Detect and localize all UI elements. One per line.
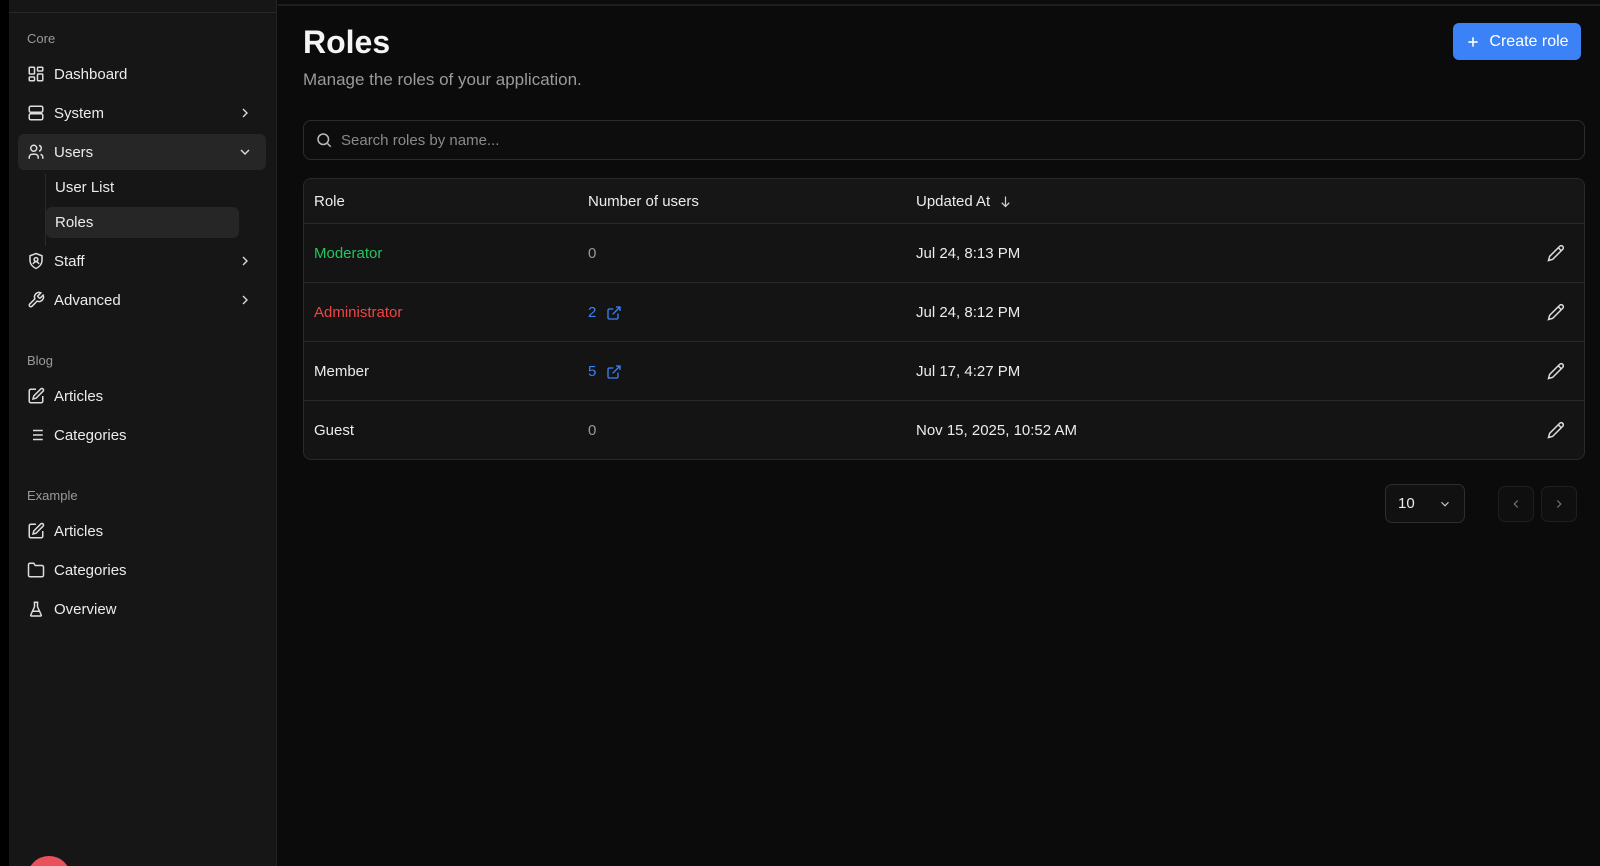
updated-at: Jul 24, 8:13 PM [916, 245, 1021, 262]
updated-at: Jul 24, 8:12 PM [916, 304, 1021, 321]
column-header-label: Updated At [916, 193, 991, 210]
next-page-button[interactable] [1541, 486, 1577, 522]
edit-pencil-icon[interactable] [1546, 420, 1566, 440]
window-edge [0, 0, 9, 866]
external-link-icon [606, 305, 622, 321]
role-name: Administrator [314, 304, 403, 321]
create-role-label: Create role [1489, 32, 1569, 50]
updated-at: Jul 17, 4:27 PM [916, 363, 1021, 380]
sidebar-item-dashboard[interactable]: Dashboard [18, 56, 266, 92]
chevron-right-icon [236, 252, 254, 270]
sidebar-item-advanced[interactable]: Advanced [18, 282, 266, 318]
column-header-label: Role [314, 193, 345, 210]
table-row: Guest 0 Nov 15, 2025, 10:52 AM [304, 401, 1584, 459]
sort-arrow-down-icon [998, 194, 1013, 209]
app: Core Dashboard System Users User List Ro… [0, 0, 1600, 866]
chevron-right-icon [236, 291, 254, 309]
sidebar-item-user-list[interactable]: User List [46, 172, 239, 203]
role-name: Guest [314, 422, 355, 439]
sidebar-item-users[interactable]: Users [18, 134, 266, 170]
sidebar-item-label: Advanced [54, 291, 121, 309]
sidebar-item-label: Users [54, 143, 94, 161]
sidebar-item-label: Staff [54, 252, 85, 270]
rows-per-page-value: 10 [1398, 495, 1415, 512]
user-count-link[interactable]: 2 [588, 304, 622, 321]
sidebar-item-system[interactable]: System [18, 95, 266, 131]
sidebar-group-core: Core [27, 31, 56, 46]
sidebar-item-example-categories[interactable]: Categories [18, 552, 266, 588]
column-header-users[interactable]: Number of users [588, 193, 699, 210]
sidebar-item-label: System [54, 104, 105, 122]
edit-pencil-icon[interactable] [1546, 243, 1566, 263]
user-count-link[interactable]: 5 [588, 363, 622, 380]
chevron-down-icon [1438, 497, 1452, 511]
users-icon [27, 143, 45, 161]
sidebar-item-blog-categories[interactable]: Categories [18, 417, 266, 453]
flask-icon [27, 600, 45, 618]
chevron-right-icon [1552, 497, 1566, 511]
role-name: Member [314, 363, 370, 380]
prev-page-button[interactable] [1498, 486, 1534, 522]
chevron-right-icon [236, 104, 254, 122]
external-link-icon [606, 364, 622, 380]
sidebar-item-label: Dashboard [54, 65, 128, 83]
table-row: Administrator 2 Jul 24, 8:12 PM [304, 283, 1584, 342]
roles-table: Role Number of users Updated At Moderato… [303, 178, 1585, 460]
sidebar-item-label: Categories [54, 561, 127, 579]
sidebar-item-label: Categories [54, 426, 127, 444]
main-content: Roles Manage the roles of your applicati… [278, 0, 1600, 866]
user-count: 0 [588, 422, 596, 439]
sidebar-group-example: Example [27, 488, 78, 503]
page-subtitle: Manage the roles of your application. [303, 70, 582, 89]
sidebar-item-label: Articles [54, 522, 104, 540]
table-row: Moderator 0 Jul 24, 8:13 PM [304, 224, 1584, 283]
sidebar-item-label: Articles [54, 387, 104, 405]
column-header-updated[interactable]: Updated At [916, 193, 1013, 210]
edit-document-icon [27, 387, 45, 405]
rows-per-page-select[interactable]: 10 [1385, 484, 1465, 523]
wrench-icon [27, 291, 45, 309]
user-count-value: 0 [588, 245, 597, 262]
plus-icon [1465, 34, 1481, 50]
edit-document-icon [27, 522, 45, 540]
sidebar-item-staff[interactable]: Staff [18, 243, 266, 279]
table-row: Member 5 Jul 17, 4:27 PM [304, 342, 1584, 401]
page-title: Roles [303, 24, 391, 60]
user-count-value: 0 [588, 422, 597, 439]
folder-icon [27, 561, 45, 579]
sidebar-item-overview[interactable]: Overview [18, 591, 266, 627]
sidebar-item-roles[interactable]: Roles [46, 207, 239, 238]
sidebar-item-example-articles[interactable]: Articles [18, 513, 266, 549]
dashboard-icon [27, 65, 45, 83]
search-input[interactable] [341, 131, 1584, 149]
avatar[interactable] [27, 856, 71, 866]
sidebar-group-blog: Blog [27, 353, 54, 368]
user-count-value: 2 [588, 304, 597, 321]
sidebar: Core Dashboard System Users User List Ro… [9, 0, 277, 866]
list-icon [27, 426, 45, 444]
table-header: Role Number of users Updated At [304, 179, 1584, 224]
create-role-button[interactable]: Create role [1453, 23, 1581, 60]
sidebar-item-blog-articles[interactable]: Articles [18, 378, 266, 414]
column-header-label: Number of users [588, 193, 699, 210]
sidebar-item-label: Overview [54, 600, 117, 618]
user-count: 0 [588, 245, 596, 262]
chevron-left-icon [1509, 497, 1523, 511]
search-box [303, 120, 1585, 160]
shield-icon [27, 252, 45, 270]
edit-pencil-icon[interactable] [1546, 302, 1566, 322]
column-header-role[interactable]: Role [314, 193, 345, 210]
divider [9, 12, 276, 13]
user-count-value: 5 [588, 363, 597, 380]
role-name: Moderator [314, 245, 383, 262]
divider [278, 4, 1600, 6]
server-icon [27, 104, 45, 122]
search-icon [315, 131, 333, 149]
edit-pencil-icon[interactable] [1546, 361, 1566, 381]
updated-at: Nov 15, 2025, 10:52 AM [916, 422, 1077, 439]
chevron-down-icon [236, 143, 254, 161]
